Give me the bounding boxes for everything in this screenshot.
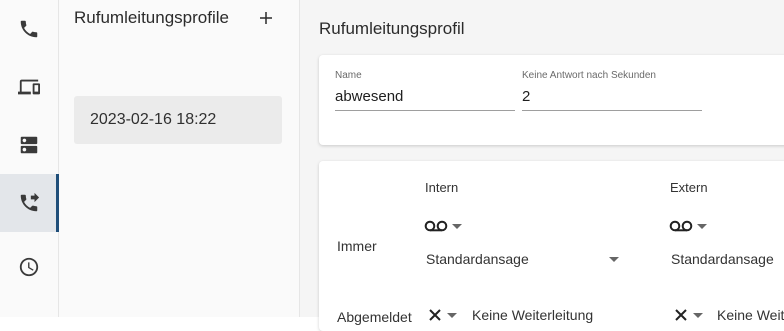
name-field[interactable]: abwesend	[335, 88, 511, 105]
profile-item-label: 2023-02-16 18:22	[90, 111, 217, 128]
profiles-panel: Rufumleitungsprofile 2023-02-16 18:22	[59, 0, 300, 317]
devices-icon	[18, 79, 40, 95]
intern-always-select[interactable]: Standardansage	[426, 251, 620, 267]
extern-logged-out-select[interactable]: Keine Weit	[717, 307, 784, 323]
extern-logged-out-option: Keine Weit	[717, 307, 784, 323]
timeout-field-label: Keine Antwort nach Sekunden	[522, 70, 656, 81]
plus-icon	[260, 12, 272, 24]
phone-forwarded-icon	[20, 192, 40, 212]
phone-icon	[20, 20, 38, 38]
intern-always-type-dropdown[interactable]	[424, 219, 462, 233]
row-label-always: Immer	[337, 238, 377, 254]
page-title: Rufumleitungsprofil	[319, 19, 465, 38]
intern-always-option: Standardansage	[426, 251, 529, 267]
forwarding-rules-card: Intern Extern Immer Standardansage Stand…	[319, 161, 784, 331]
chevron-down-icon	[452, 223, 462, 229]
nav-item-calls[interactable]	[0, 0, 58, 58]
close-icon	[429, 309, 441, 321]
profiles-title: Rufumleitungsprofile	[74, 8, 229, 27]
dns-icon	[20, 136, 38, 154]
add-profile-button[interactable]	[254, 6, 278, 30]
extern-always-select[interactable]: Standardansage	[671, 251, 783, 267]
intern-logged-out-type-dropdown[interactable]	[427, 307, 457, 323]
extern-logged-out-type-dropdown[interactable]	[673, 307, 703, 323]
name-field-label: Name	[335, 70, 362, 81]
intern-logged-out-option: Keine Weiterleitung	[472, 307, 594, 323]
nav-item-devices[interactable]	[0, 58, 58, 116]
profile-settings-card: Name abwesend Keine Antwort nach Sekunde…	[319, 55, 784, 145]
voicemail-icon	[669, 220, 693, 232]
voicemail-icon	[424, 220, 448, 232]
clock-icon	[19, 257, 39, 277]
nav-item-call-forwarding[interactable]	[0, 174, 59, 232]
profile-list-item[interactable]: 2023-02-16 18:22	[74, 96, 282, 144]
nav-item-servers[interactable]	[0, 116, 58, 174]
column-header-extern: Extern	[670, 180, 708, 195]
timeout-field[interactable]: 2	[522, 88, 698, 105]
chevron-down-icon	[697, 223, 707, 229]
column-header-intern: Intern	[425, 180, 459, 195]
extern-always-type-dropdown[interactable]	[669, 219, 707, 233]
intern-logged-out-select[interactable]: Keine Weiterleitung	[472, 307, 593, 323]
nav-item-history[interactable]	[0, 238, 58, 296]
close-icon	[675, 309, 687, 321]
chevron-down-icon	[609, 257, 619, 262]
timeout-field-underline	[522, 110, 702, 111]
nav-rail	[0, 0, 59, 317]
name-field-underline	[335, 110, 515, 111]
main-content: Rufumleitungsprofil Name abwesend Keine …	[300, 0, 784, 331]
extern-always-option: Standardansage	[671, 251, 774, 267]
row-label-logged-out: Abgemeldet	[337, 309, 412, 325]
